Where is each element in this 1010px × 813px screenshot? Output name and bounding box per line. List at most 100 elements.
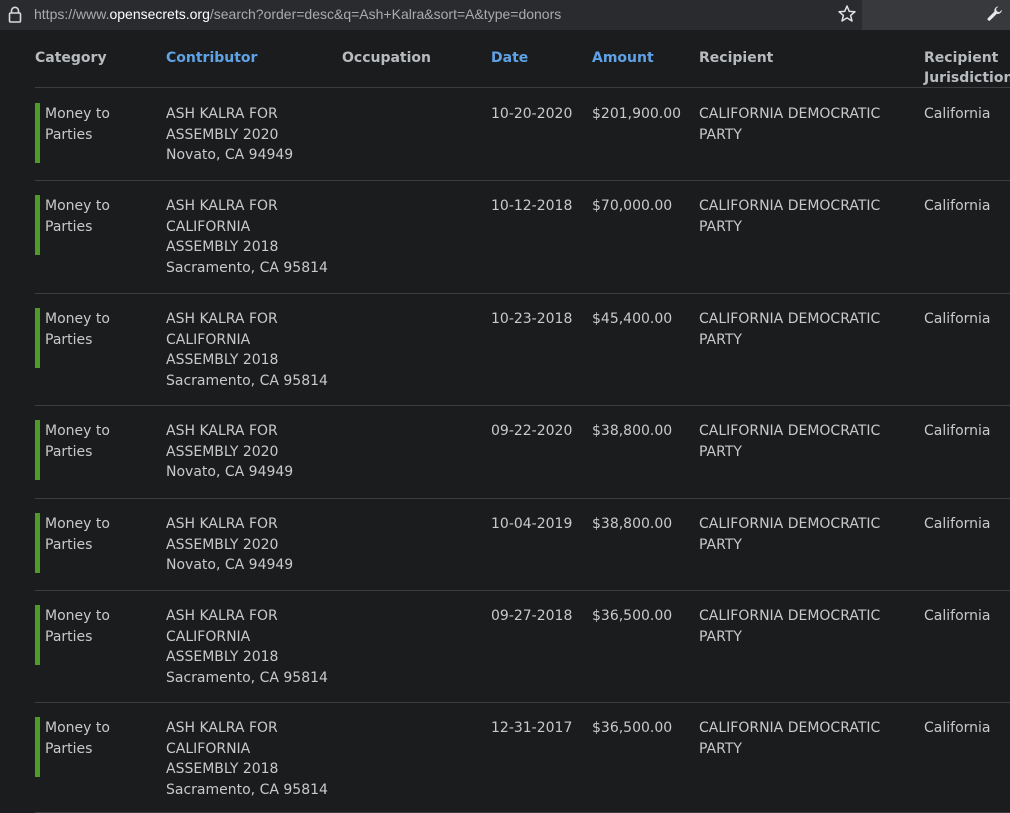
cell-amount: $36,500.00 [592,718,672,739]
cell-contributor: ASH KALRA FOR ASSEMBLY 2020 Novato, CA 949… [166,514,293,576]
cell-date: 10-20-2020 [491,104,572,125]
cell-date: 10-12-2018 [491,196,572,217]
cell-recipient-line: CALIFORNIA DEMOCRATIC [699,198,881,214]
cell-amount: $201,900.00 [592,104,681,125]
cell-category: Money to Parties [45,606,110,647]
header-recipient: Recipient [699,50,774,66]
cell-contributor-line: ASH KALRA FOR [166,198,278,214]
cell-jurisdiction: California [924,718,990,739]
cell-date: 12-31-2017 [491,718,572,739]
category-color-bar [35,103,40,163]
cell-category: Money to Parties [45,421,110,462]
cell-date-line: 12-31-2017 [491,720,573,736]
lock-icon [8,6,22,23]
cell-date-line: 10-23-2018 [491,311,573,327]
table-header: Category Contributor Occupation Date Amo… [35,30,1010,88]
table-row: Money to Parties ASH KALRA FOR CALIFORNIA AS… [35,293,1010,406]
cell-category-line: Parties [45,740,93,757]
cell-jurisdiction-line: California [924,423,991,439]
cell-recipient-line: CALIFORNIA DEMOCRATIC [699,423,881,439]
cell-jurisdiction: California [924,421,990,442]
cell-amount: $38,800.00 [592,421,672,442]
cell-amount-line: $36,500.00 [592,720,673,736]
cell-jurisdiction: California [924,606,990,627]
cell-recipient-line: CALIFORNIA DEMOCRATIC [699,720,881,736]
cell-contributor-line: CALIFORNIA [166,331,251,348]
cell-amount-line: $38,800.00 [592,516,673,532]
header-date[interactable]: Date [491,48,528,68]
cell-contributor: ASH KALRA FOR ASSEMBLY 2020 Novato, CA 949… [166,104,293,166]
cell-amount-line: $45,400.00 [592,311,673,327]
category-color-bar [35,308,40,368]
cell-contributor: ASH KALRA FOR CALIFORNIA ASSEMBLY 2018 Sacr… [166,196,328,278]
cell-amount-line: $201,900.00 [592,106,682,122]
header-amount[interactable]: Amount [592,48,654,68]
cell-recipient: CALIFORNIA DEMOCRATIC PARTY [699,309,880,350]
bookmark-star-icon[interactable] [837,4,857,24]
cell-category-line: Money to [45,198,110,214]
table-row: Money to Parties ASH KALRA FOR ASSEMBLY 202… [35,405,1010,499]
category-color-bar [35,605,40,665]
cell-category-line: Parties [45,443,93,460]
cell-jurisdiction-line: California [924,720,991,736]
cell-jurisdiction-line: California [924,516,991,532]
cell-contributor: ASH KALRA FOR CALIFORNIA ASSEMBLY 2018 Sacr… [166,309,328,391]
url-field[interactable]: https://www.opensecrets.org/search?order… [0,0,862,30]
cell-amount: $38,800.00 [592,514,672,535]
cell-date-line: 09-27-2018 [491,608,573,624]
table-row: Money to Parties ASH KALRA FOR CALIFORNIA AS… [35,702,1010,813]
cell-jurisdiction: California [924,309,990,330]
url-text[interactable]: https://www.opensecrets.org/search?order… [34,6,561,22]
header-contributor[interactable]: Contributor [166,48,257,68]
cell-category-line: Parties [45,126,93,143]
category-color-bar [35,717,40,777]
cell-recipient-line: PARTY [699,443,742,460]
cell-category: Money to Parties [45,514,110,555]
cell-contributor-line: ASH KALRA FOR [166,106,278,122]
cell-recipient-line: CALIFORNIA DEMOCRATIC [699,311,881,327]
cell-contributor-line: ASSEMBLY 2020 [166,126,279,143]
results-page: Category Contributor Occupation Date Amo… [0,30,1010,813]
cell-category-line: Money to [45,106,110,122]
cell-amount-line: $36,500.00 [592,608,673,624]
cell-contributor-line: ASSEMBLY 2018 [166,761,279,777]
cell-contributor-line: Sacramento, CA 95814 [166,669,328,686]
cell-contributor-line: ASSEMBLY 2018 [166,649,279,665]
header-jurisdiction-line1: Recipient [924,50,999,66]
cell-contributor-line: ASH KALRA FOR [166,516,278,532]
table-row: Money to Parties ASH KALRA FOR ASSEMBLY 202… [35,88,1010,181]
wrench-icon[interactable] [985,4,1005,24]
browser-address-bar: https://www.opensecrets.org/search?order… [0,0,1010,30]
cell-date: 10-04-2019 [491,514,572,535]
cell-jurisdiction-line: California [924,608,991,624]
cell-contributor-line: ASSEMBLY 2018 [166,352,279,368]
cell-category-line: Parties [45,331,93,348]
cell-amount: $45,400.00 [592,309,672,330]
cell-date: 10-23-2018 [491,309,572,330]
cell-contributor: ASH KALRA FOR CALIFORNIA ASSEMBLY 2018 Sacr… [166,606,328,688]
cell-date: 09-27-2018 [491,606,572,627]
category-color-bar [35,513,40,573]
cell-contributor: ASH KALRA FOR ASSEMBLY 2020 Novato, CA 949… [166,421,293,483]
cell-contributor-line: Novato, CA 94949 [166,557,294,573]
cell-recipient-line: PARTY [699,628,742,645]
cell-category-line: Money to [45,516,110,532]
cell-date: 09-22-2020 [491,421,572,442]
cell-category-line: Parties [45,628,93,645]
cell-amount-line: $38,800.00 [592,423,673,439]
cell-recipient-line: PARTY [699,536,742,553]
cell-recipient: CALIFORNIA DEMOCRATIC PARTY [699,104,880,145]
cell-category-line: Money to [45,608,110,624]
cell-contributor-line: Sacramento, CA 95814 [166,372,328,389]
cell-recipient: CALIFORNIA DEMOCRATIC PARTY [699,514,880,555]
cell-contributor-line: CALIFORNIA [166,740,251,757]
cell-category: Money to Parties [45,309,110,350]
cell-contributor-line: Novato, CA 94949 [166,464,294,480]
cell-jurisdiction: California [924,104,990,125]
cell-category-line: Money to [45,311,110,327]
cell-contributor-line: CALIFORNIA [166,218,251,235]
header-jurisdiction-line2: Jurisdiction [924,70,1010,86]
cell-contributor-line: ASSEMBLY 2020 [166,443,279,460]
cell-contributor: ASH KALRA FOR CALIFORNIA ASSEMBLY 2018 Sacr… [166,718,328,800]
cell-category-line: Parties [45,218,93,235]
